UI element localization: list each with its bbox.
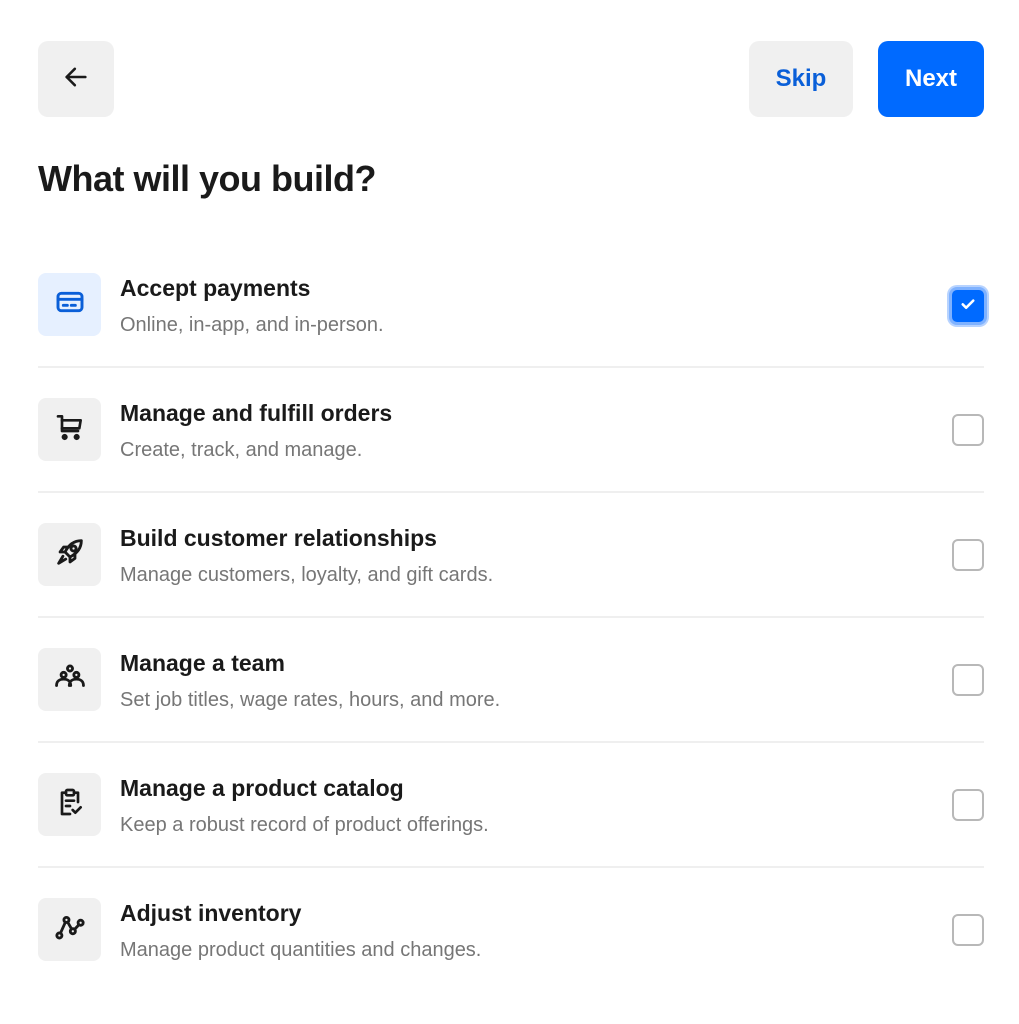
option-manage-orders[interactable]: Manage and fulfill orders Create, track,…: [38, 398, 984, 523]
option-icon-tile: [38, 398, 101, 461]
option-adjust-inventory[interactable]: Adjust inventory Manage product quantiti…: [38, 898, 984, 1023]
option-title: Accept payments: [120, 275, 311, 301]
option-description: Manage product quantities and changes.: [120, 939, 482, 961]
option-description: Create, track, and manage.: [120, 439, 363, 461]
option-icon-tile: [38, 898, 101, 961]
option-description: Online, in-app, and in-person.: [120, 314, 384, 336]
option-checkbox[interactable]: [952, 664, 984, 696]
divider: [38, 366, 984, 368]
option-description: Manage customers, loyalty, and gift card…: [120, 564, 494, 586]
option-icon-tile: [38, 523, 101, 586]
option-customer-relationships[interactable]: Build customer relationships Manage cust…: [38, 523, 984, 648]
option-product-catalog[interactable]: Manage a product catalog Keep a robust r…: [38, 773, 984, 898]
back-button[interactable]: [38, 41, 114, 117]
divider: [38, 616, 984, 618]
option-description: Keep a robust record of product offering…: [120, 814, 489, 836]
arrow-left-icon: [62, 63, 90, 96]
credit-card-icon: [54, 286, 86, 323]
shopping-cart-icon: [54, 411, 86, 448]
team-icon: [53, 660, 87, 699]
option-checkbox[interactable]: [952, 789, 984, 821]
rocket-icon: [53, 535, 87, 574]
option-checkbox[interactable]: [952, 914, 984, 946]
option-icon-tile: [38, 773, 101, 836]
option-manage-team[interactable]: Manage a team Set job titles, wage rates…: [38, 648, 984, 773]
option-list: Accept payments Online, in-app, and in-p…: [38, 273, 987, 1023]
option-accept-payments[interactable]: Accept payments Online, in-app, and in-p…: [38, 273, 987, 398]
option-description: Set job titles, wage rates, hours, and m…: [120, 689, 501, 711]
clipboard-check-icon: [54, 786, 86, 823]
option-checkbox[interactable]: [949, 287, 987, 325]
option-icon-tile: [38, 273, 101, 336]
option-title: Manage a team: [120, 650, 285, 676]
option-checkbox[interactable]: [952, 414, 984, 446]
divider: [38, 491, 984, 493]
divider: [38, 866, 984, 868]
line-graph-icon: [53, 910, 87, 949]
top-bar: Skip Next: [38, 41, 984, 117]
option-title: Adjust inventory: [120, 900, 302, 926]
option-checkbox[interactable]: [952, 539, 984, 571]
option-title: Manage and fulfill orders: [120, 400, 393, 426]
next-button[interactable]: Next: [878, 41, 984, 117]
page-title: What will you build?: [38, 158, 376, 199]
skip-button[interactable]: Skip: [749, 41, 853, 117]
option-icon-tile: [38, 648, 101, 711]
divider: [38, 741, 984, 743]
option-title: Manage a product catalog: [120, 775, 404, 801]
checkmark-icon: [959, 295, 977, 318]
option-title: Build customer relationships: [120, 525, 437, 551]
